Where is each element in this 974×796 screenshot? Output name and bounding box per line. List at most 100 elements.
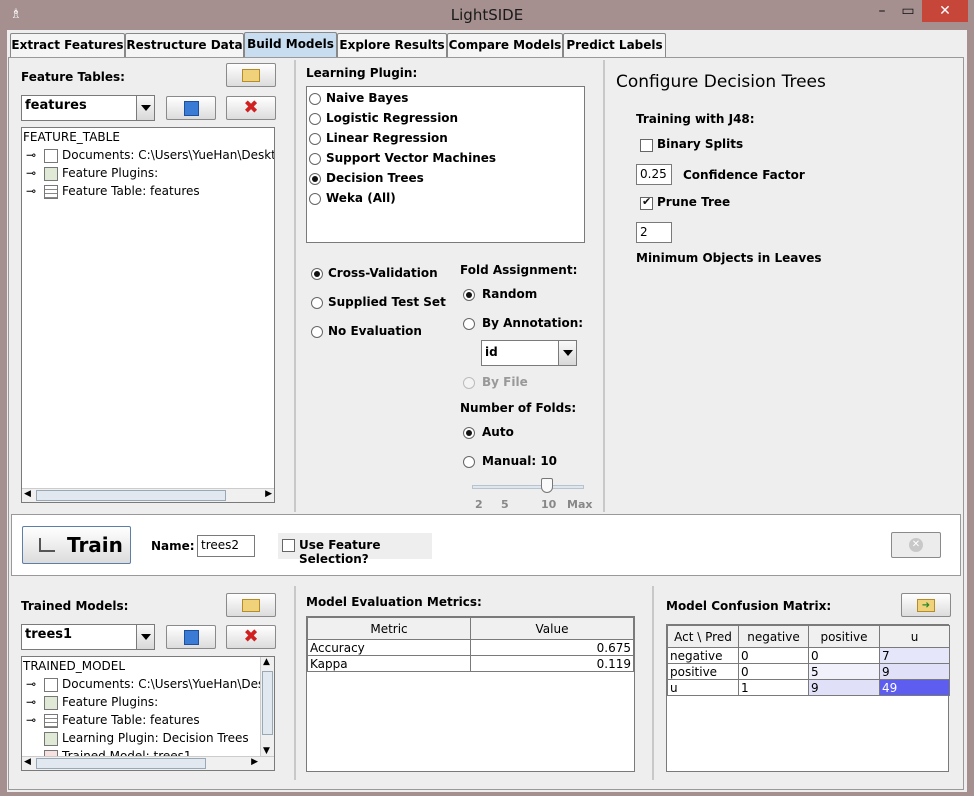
feature-table-tree[interactable]: FEATURE_TABLE ⊸ Documents: C:\Users\YueH…	[21, 127, 275, 503]
folds-manual[interactable]: Manual: 10	[463, 454, 583, 472]
radio-weka[interactable]	[309, 193, 321, 205]
train-button[interactable]: Train	[22, 526, 131, 564]
model-name-field[interactable]: trees2	[197, 535, 255, 557]
learning-plugin-list: Naive Bayes Logistic Regression Linear R…	[306, 86, 585, 243]
metric-name: Accuracy	[307, 639, 471, 656]
tab-restructure-data[interactable]: Restructure Data	[125, 33, 244, 57]
binary-splits-option[interactable]: Binary Splits	[640, 137, 840, 155]
metrics-label: Model Evaluation Metrics:	[306, 595, 482, 609]
scroll-right-icon[interactable]: ▶	[251, 757, 258, 767]
fold-by-annotation[interactable]: By Annotation:	[463, 316, 593, 334]
scroll-left-icon[interactable]: ◀	[24, 489, 31, 499]
scroll-right-icon[interactable]: ▶	[265, 489, 272, 499]
act-pred-header[interactable]: Act \ Pred	[667, 625, 739, 648]
binary-splits-checkbox[interactable]	[640, 139, 653, 152]
plugin-option-decision-trees[interactable]: Decision Trees	[309, 171, 579, 189]
plugin-option-linear-regression[interactable]: Linear Regression	[309, 131, 579, 149]
scroll-thumb[interactable]	[36, 758, 206, 769]
scroll-thumb[interactable]	[262, 671, 273, 735]
slider-thumb[interactable]	[541, 478, 553, 493]
vertical-scrollbar[interactable]: ▲ ▼	[260, 657, 274, 756]
radio-no-evaluation[interactable]	[311, 326, 323, 338]
plugin-option-weka[interactable]: Weka (All)	[309, 191, 579, 209]
maximize-button[interactable]: ▭	[896, 0, 920, 22]
radio-folds-manual[interactable]	[463, 456, 475, 468]
feature-selection-checkbox[interactable]	[282, 539, 295, 552]
tab-predict-labels[interactable]: Predict Labels	[563, 33, 666, 57]
cancel-train-button[interactable]: ✕	[891, 532, 941, 558]
tree-connector-icon: ⊸	[26, 148, 37, 162]
prune-tree-checkbox[interactable]	[640, 195, 653, 210]
table-row[interactable]: u 1 9 49	[667, 679, 950, 696]
scroll-up-icon[interactable]: ▲	[263, 657, 270, 667]
delete-feature-table-button[interactable]: ✖	[226, 96, 276, 120]
radio-fold-random[interactable]	[463, 289, 475, 301]
window-title: LightSIDE	[450, 6, 524, 24]
metric-value: 0.675	[470, 639, 634, 656]
matrix-cell: 0	[738, 663, 809, 680]
plugin-option-logistic-regression[interactable]: Logistic Regression	[309, 111, 579, 129]
fold-random[interactable]: Random	[463, 287, 583, 305]
tab-build-models[interactable]: Build Models	[244, 32, 337, 57]
metric-column-header[interactable]: Metric	[307, 617, 471, 640]
chevron-down-icon[interactable]	[136, 96, 154, 120]
feature-selection-option[interactable]: Use Feature Selection?	[278, 533, 432, 566]
pred-negative-header[interactable]: negative	[738, 625, 809, 648]
radio-fold-by-file[interactable]	[463, 377, 475, 389]
open-feature-table-button[interactable]	[226, 63, 276, 87]
scroll-left-icon[interactable]: ◀	[24, 757, 31, 767]
close-button[interactable]: ✕	[922, 0, 968, 22]
open-model-button[interactable]	[226, 593, 276, 617]
trained-model-tree[interactable]: TRAINED_MODEL ⊸ Documents: C:\Users\YueH…	[21, 656, 275, 771]
minimize-button[interactable]: –	[870, 0, 894, 22]
radio-supplied-test-set[interactable]	[311, 297, 323, 309]
radio-naive-bayes[interactable]	[309, 93, 321, 105]
table-row[interactable]: positive 0 5 9	[667, 663, 950, 680]
radio-decision-trees[interactable]	[309, 173, 321, 185]
plugin-option-svm[interactable]: Support Vector Machines	[309, 151, 579, 169]
annotation-select[interactable]: id	[481, 340, 577, 366]
table-row[interactable]: Accuracy 0.675	[307, 639, 634, 656]
fold-by-file[interactable]: By File	[463, 375, 583, 393]
save-feature-table-button[interactable]	[166, 96, 216, 120]
scroll-thumb[interactable]	[36, 490, 226, 501]
tab-extract-features[interactable]: Extract Features	[10, 33, 125, 57]
tab-explore-results[interactable]: Explore Results	[337, 33, 447, 57]
eval-no-evaluation[interactable]: No Evaluation	[311, 324, 451, 342]
horizontal-scrollbar[interactable]: ◀ ▶	[22, 488, 274, 502]
trained-model-selected: trees1	[25, 627, 73, 642]
tab-compare-models[interactable]: Compare Models	[447, 33, 563, 57]
folds-auto[interactable]: Auto	[463, 425, 583, 443]
radio-cross-validation[interactable]	[311, 268, 323, 280]
radio-linear-regression[interactable]	[309, 133, 321, 145]
radio-fold-by-annotation[interactable]	[463, 318, 475, 330]
table-row[interactable]: Kappa 0.119	[307, 655, 634, 672]
eval-supplied-test-set[interactable]: Supplied Test Set	[311, 295, 451, 313]
value-column-header[interactable]: Value	[470, 617, 634, 640]
actual-label: u	[667, 679, 739, 696]
radio-folds-auto[interactable]	[463, 427, 475, 439]
plugin-option-naive-bayes[interactable]: Naive Bayes	[309, 91, 579, 109]
horizontal-scrollbar[interactable]: ◀ ▶	[22, 756, 274, 770]
radio-logistic-regression[interactable]	[309, 113, 321, 125]
chevron-down-icon[interactable]	[136, 625, 154, 649]
scroll-down-icon[interactable]: ▼	[263, 746, 270, 756]
chevron-down-icon[interactable]	[558, 341, 576, 365]
delete-model-button[interactable]: ✖	[226, 625, 276, 649]
save-model-button[interactable]	[166, 625, 216, 649]
pred-positive-header[interactable]: positive	[808, 625, 880, 648]
confidence-factor-field[interactable]: 0.25	[636, 164, 672, 185]
feature-table-select[interactable]: features	[21, 95, 155, 121]
eval-cross-validation[interactable]: Cross-Validation	[311, 266, 451, 284]
delete-icon: ✖	[243, 626, 259, 647]
min-objects-field[interactable]: 2	[636, 222, 672, 243]
radio-svm[interactable]	[309, 153, 321, 165]
pred-u-header[interactable]: u	[879, 625, 950, 648]
prune-tree-option[interactable]: Prune Tree	[640, 195, 840, 213]
folds-slider[interactable]: 2 5 10 Max	[472, 475, 592, 511]
trained-model-select[interactable]: trees1	[21, 624, 155, 650]
confusion-table: Act \ Pred negative positive u negative …	[667, 625, 950, 696]
slider-track	[472, 485, 584, 489]
export-matrix-button[interactable]: ➜	[901, 593, 951, 617]
table-row[interactable]: negative 0 0 7	[667, 647, 950, 664]
